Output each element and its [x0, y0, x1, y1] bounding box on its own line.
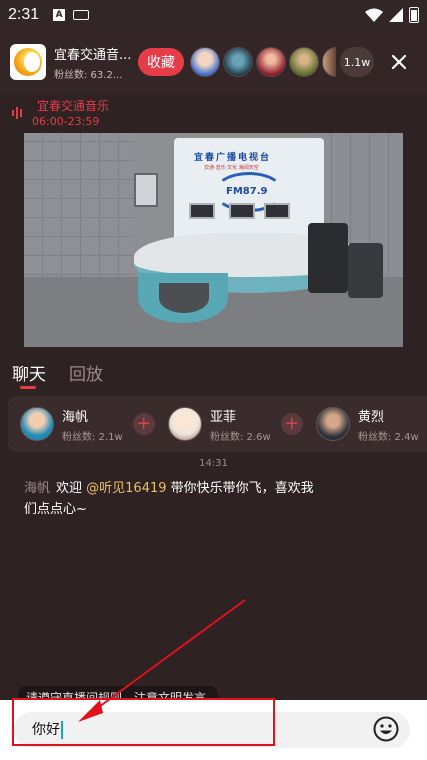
tab-replay[interactable]: 回放	[69, 360, 103, 385]
emoji-icon[interactable]	[372, 715, 400, 743]
host-name: 海帆	[62, 409, 89, 425]
signal-icon	[389, 8, 403, 22]
host-avatar[interactable]	[168, 407, 202, 441]
battery-icon	[409, 7, 419, 23]
studio-backdrop: 宜春广播电视台 交通·音乐·文化 海阔天空 FM87.9	[174, 138, 324, 248]
host-avatar[interactable]	[316, 407, 350, 441]
status-time: 2:31	[8, 6, 40, 23]
audience-avatars[interactable]	[190, 47, 336, 77]
message-mention[interactable]: @听见16419	[86, 481, 166, 496]
live-header: 宜春交通音... 粉丝数: 63.2... 收藏 1.1w	[0, 30, 427, 94]
audience-avatar[interactable]	[322, 47, 336, 77]
program-info: 宜春交通音乐 06:00-23:59	[0, 94, 427, 132]
audience-avatar[interactable]	[256, 47, 286, 77]
chat-message: 海帆 欢迎 @听见16419 带你快乐带你飞，喜欢我们点点心~	[24, 478, 314, 520]
program-name: 宜春交通音乐	[37, 99, 110, 113]
host-fans: 粉丝数: 2.1w	[62, 431, 123, 443]
content-tabs: 聊天 回放	[0, 356, 427, 390]
follow-host-button[interactable]: +	[280, 413, 303, 435]
backdrop-frequency: FM87.9	[226, 186, 268, 197]
message-username[interactable]: 海帆	[24, 481, 50, 496]
program-time: 06:00-23:59	[32, 115, 100, 128]
host-fans: 粉丝数: 2.4w	[358, 431, 419, 443]
host-card[interactable]: 黄烈 粉丝数: 2.4w	[316, 406, 427, 443]
station-fans: 粉丝数: 63.2...	[54, 69, 123, 81]
station-logo[interactable]	[10, 44, 46, 80]
app-notification-icon: A	[53, 9, 66, 21]
annotation-highlight-box	[12, 698, 275, 746]
active-tab-indicator	[20, 386, 36, 389]
audience-avatar[interactable]	[190, 47, 220, 77]
chat-timestamp: 14:31	[199, 458, 228, 469]
keyboard-icon	[73, 10, 90, 20]
message-text: 欢迎	[56, 481, 87, 496]
host-card[interactable]: 亚菲 粉丝数: 2.6w +	[168, 406, 316, 443]
listener-count-badge[interactable]: 1.1w	[340, 47, 374, 77]
status-icons	[365, 7, 419, 23]
tab-chat[interactable]: 聊天	[12, 360, 46, 385]
host-name: 亚菲	[210, 409, 237, 425]
audience-avatar[interactable]	[223, 47, 253, 77]
favorite-button[interactable]: 收藏	[138, 48, 184, 76]
audience-avatar[interactable]	[289, 47, 319, 77]
wifi-icon	[365, 8, 383, 22]
host-card[interactable]: 海帆 粉丝数: 2.1w +	[20, 406, 168, 443]
station-info[interactable]: 宜春交通音... 粉丝数: 63.2...	[54, 44, 132, 81]
audio-wave-icon	[12, 107, 26, 119]
backdrop-title: 宜春广播电视台	[194, 153, 272, 163]
follow-host-button[interactable]: +	[132, 413, 155, 435]
host-list[interactable]: 海帆 粉丝数: 2.1w + 亚菲 粉丝数: 2.6w + 黄烈 粉丝数: 2.…	[8, 396, 427, 452]
host-avatar[interactable]	[20, 407, 54, 441]
status-bar: 2:31 A	[0, 0, 427, 30]
host-fans: 粉丝数: 2.6w	[210, 431, 271, 443]
backdrop-subtitle: 交通·音乐·文化 海阔天空	[204, 165, 259, 171]
close-button[interactable]	[386, 49, 412, 75]
close-icon	[391, 54, 407, 70]
live-video[interactable]: 宜春广播电视台 交通·音乐·文化 海阔天空 FM87.9	[24, 133, 403, 347]
host-name: 黄烈	[358, 409, 385, 425]
station-name: 宜春交通音...	[54, 47, 132, 63]
